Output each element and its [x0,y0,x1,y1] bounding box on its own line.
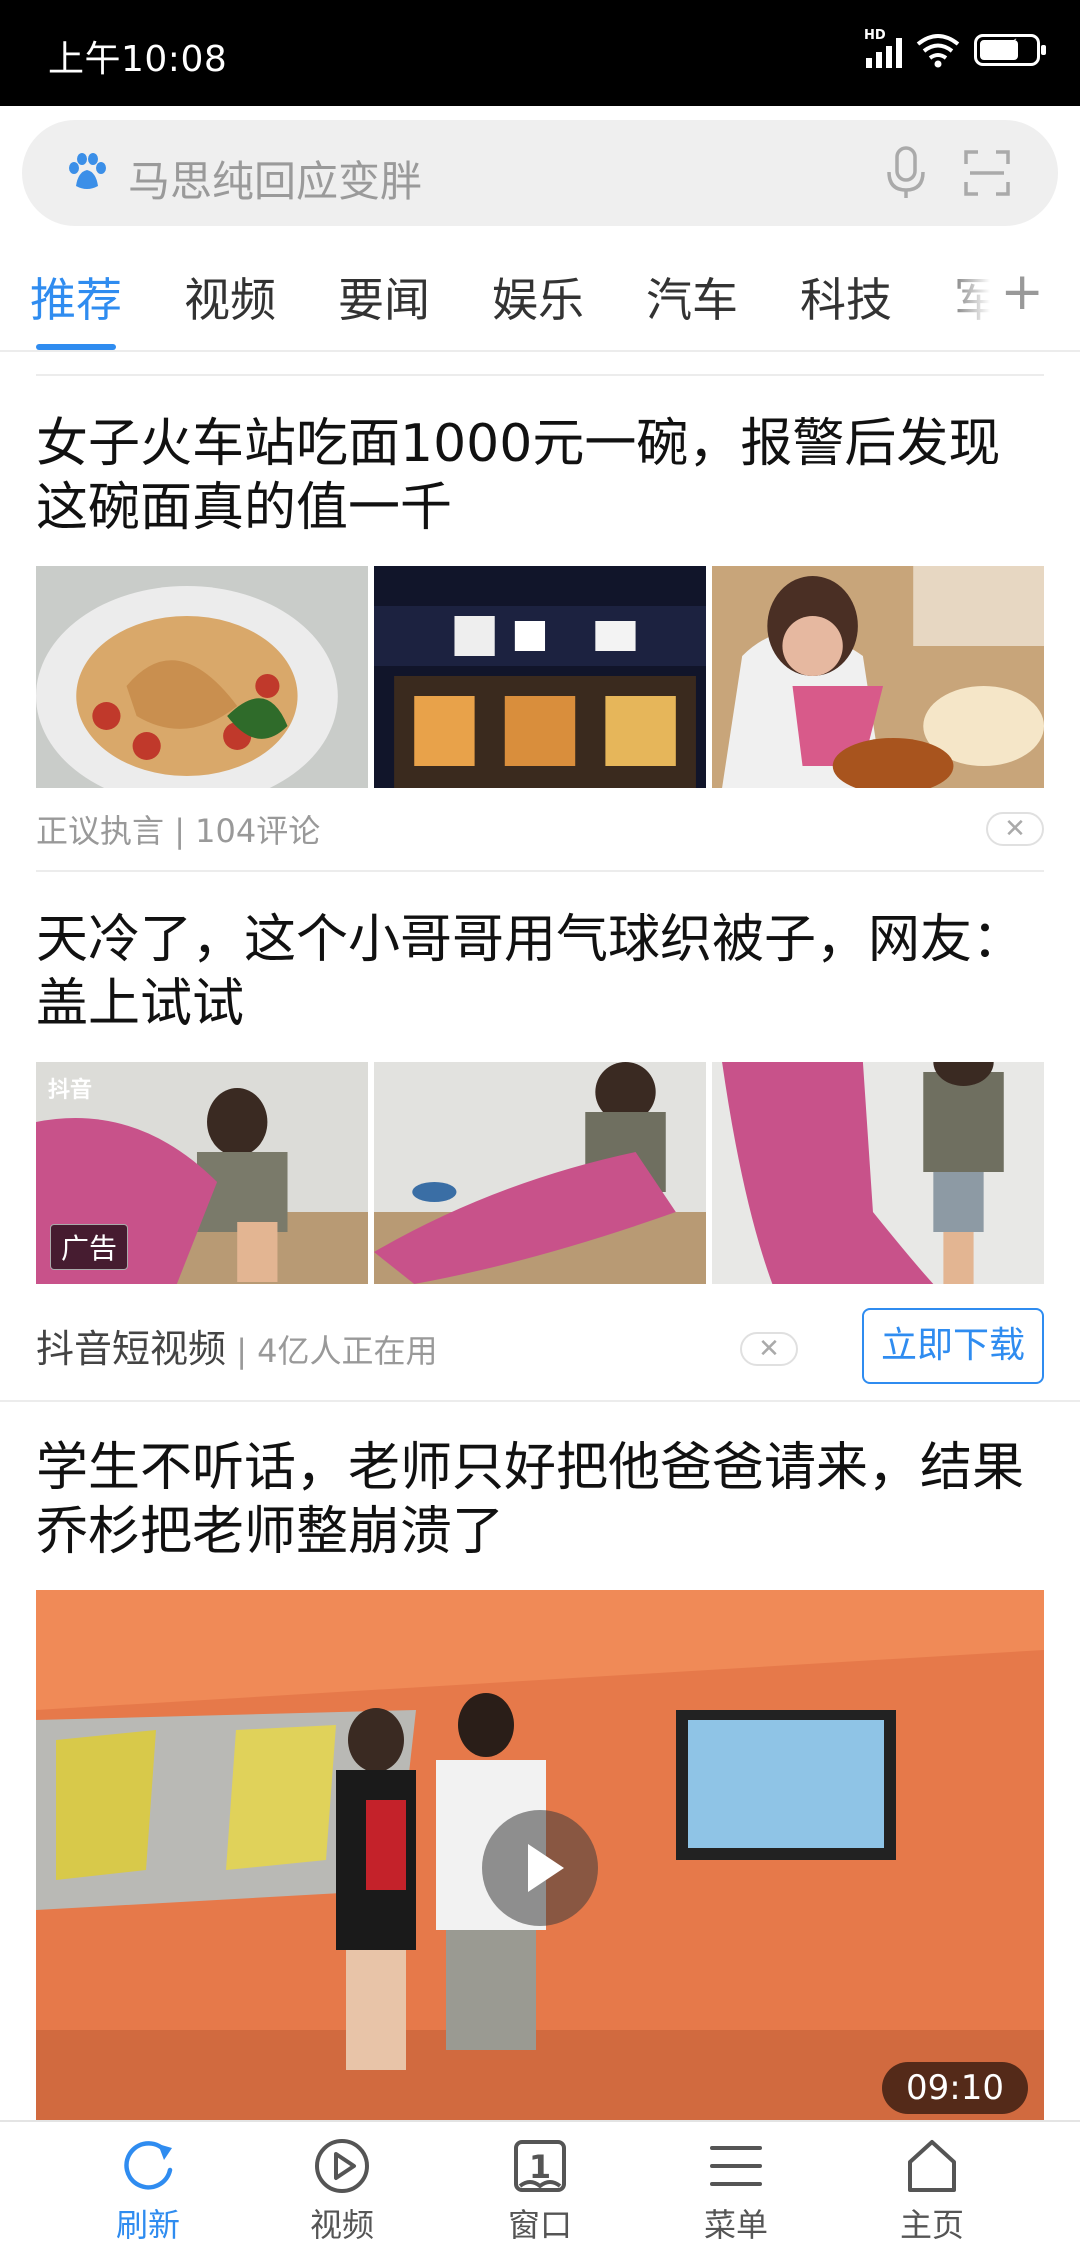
balloon-blanket-image-1: 抖音 广告 [36,1062,368,1284]
nav-label: 窗口 [507,2206,572,2244]
tab-tech[interactable]: 科技 [800,264,892,330]
window-count-badge: 1 [528,2148,552,2186]
ad-image-row[interactable]: 抖音 广告 [36,1062,1044,1284]
search-input[interactable]: 马思纯回应变胖 [22,120,1058,226]
play-circle-icon [315,2139,369,2193]
nav-home[interactable]: 主页 [862,2128,1002,2246]
signal-hd-label: HD [864,28,886,43]
ad-source-name: 抖音短视频 [36,1327,227,1371]
bottom-navigation: 刷新 视频 1 窗口 菜单 主页 [0,2120,1080,2248]
search-bar-container: 马思纯回应变胖 [0,106,1080,246]
tab-fade [930,246,990,350]
feed-divider [36,374,1044,376]
woman-eating-image [712,566,1044,788]
nav-label: 主页 [899,2206,964,2244]
scan-icon[interactable] [964,150,1010,196]
tab-video[interactable]: 视频 [184,264,276,330]
dismiss-ad-button[interactable]: ✕ [740,1332,798,1366]
feed-divider [0,1400,1080,1402]
microphone-icon[interactable] [884,146,928,200]
balloon-blanket-image-2 [374,1062,706,1284]
wifi-icon [916,34,960,68]
nav-video[interactable]: 视频 [272,2128,412,2246]
tab-headlines[interactable]: 要闻 [338,264,430,330]
ad-user-count: 4亿人正在用 [257,1332,438,1370]
nav-refresh[interactable]: 刷新 [78,2128,218,2246]
refresh-icon [124,2141,173,2190]
battery-icon: ⚡ [974,33,1046,66]
video-thumbnail[interactable]: 09:10 [36,1590,1044,2120]
video-duration: 09:10 [882,2062,1028,2114]
signal-icon: HD [864,28,902,68]
ad-source-line: 抖音短视频 | 4亿人正在用 [36,1327,438,1371]
download-button[interactable]: 立即下载 [862,1308,1044,1384]
ad-badge: 广告 [50,1224,129,1270]
article-source: 正议执言 [36,812,165,850]
status-icons: HD ⚡ [864,28,1046,68]
pasta-image [36,566,368,788]
balloon-blanket-image-3 [712,1062,1044,1284]
channel-tabs: 推荐 视频 要闻 娱乐 汽车 科技 军 + [0,246,1080,352]
article-comment-count: 104评论 [195,812,321,850]
tab-recommend[interactable]: 推荐 [30,264,122,330]
active-tab-indicator [36,344,116,350]
play-button[interactable] [482,1810,598,1926]
tab-auto[interactable]: 汽车 [646,264,738,330]
tab-entertainment[interactable]: 娱乐 [492,264,584,330]
nav-label: 刷新 [115,2206,180,2244]
nav-label: 视频 [309,2206,374,2244]
article-image-row[interactable] [36,566,1044,788]
add-channel-icon[interactable]: + [990,262,1044,322]
home-icon [908,2140,956,2192]
news-feed[interactable]: 女子火车站吃面1000元一碗，报警后发现这碗面真的值一千 正议执言 | 104评… [0,352,1080,2120]
nav-label: 菜单 [703,2206,768,2244]
douyin-logo: 抖音 [48,1078,93,1103]
feed-divider [36,870,1044,872]
nav-windows[interactable]: 1 窗口 [470,2128,610,2246]
article-title[interactable]: 学生不听话，老师只好把他爸爸请来，结果乔杉把老师整崩溃了 [36,1436,1044,1564]
status-bar: 上午10:08 HD ⚡ [0,0,1080,106]
noodle-shop-image [374,566,706,788]
menu-icon [710,2146,762,2186]
dismiss-button[interactable]: ✕ [986,812,1044,846]
baidu-paw-icon [69,153,106,189]
nav-menu[interactable]: 菜单 [666,2128,806,2246]
article-title[interactable]: 女子火车站吃面1000元一碗，报警后发现这碗面真的值一千 [36,412,1044,540]
status-time: 上午10:08 [48,39,228,80]
search-placeholder: 马思纯回应变胖 [128,157,423,206]
article-meta: 正议执言 | 104评论 [36,812,321,850]
article-title[interactable]: 天冷了，这个小哥哥用气球织被子，网友：盖上试试 [36,908,1044,1036]
